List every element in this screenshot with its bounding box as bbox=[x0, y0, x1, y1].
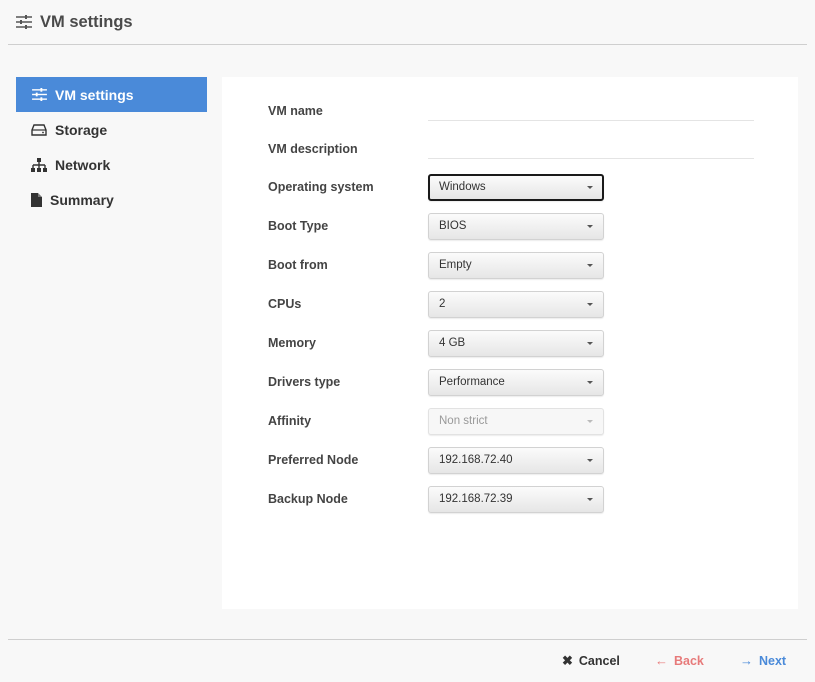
arrow-left-icon: ← bbox=[655, 653, 668, 668]
drivers-type-row: Drivers type Performance bbox=[268, 369, 768, 398]
caret-down-icon bbox=[587, 381, 593, 384]
caret-down-icon bbox=[587, 264, 593, 267]
cancel-button[interactable]: ✖ Cancel bbox=[562, 653, 620, 669]
select-value: Performance bbox=[439, 376, 505, 388]
preferred-node-select[interactable]: 192.168.72.40 bbox=[428, 447, 604, 474]
backup-node-row: Backup Node 192.168.72.39 bbox=[268, 486, 768, 515]
vm-name-input[interactable] bbox=[428, 101, 754, 121]
boot-from-select[interactable]: Empty bbox=[428, 252, 604, 279]
caret-down-icon bbox=[587, 303, 593, 306]
sidebar-item-label: Network bbox=[55, 156, 111, 173]
operating-system-label: Operating system bbox=[268, 180, 374, 194]
boot-type-row: Boot Type BIOS bbox=[268, 213, 768, 242]
sidebar-item-network[interactable]: Network bbox=[16, 147, 207, 182]
sidebar-item-label: Storage bbox=[55, 121, 108, 138]
vm-name-label: VM name bbox=[268, 104, 323, 118]
select-value: BIOS bbox=[439, 220, 467, 232]
affinity-select: Non strict bbox=[428, 408, 604, 435]
select-value: Windows bbox=[439, 181, 486, 193]
caret-down-icon bbox=[587, 225, 593, 228]
preferred-node-label: Preferred Node bbox=[268, 453, 359, 467]
back-button[interactable]: ← Back bbox=[655, 653, 704, 668]
operating-system-select[interactable]: Windows bbox=[428, 174, 604, 201]
vm-description-input[interactable] bbox=[428, 139, 754, 159]
select-value: 4 GB bbox=[439, 337, 466, 349]
next-button[interactable]: → Next bbox=[740, 653, 786, 668]
boot-from-row: Boot from Empty bbox=[268, 252, 768, 281]
next-label: Next bbox=[759, 653, 787, 668]
backup-node-label: Backup Node bbox=[268, 492, 348, 506]
boot-from-label: Boot from bbox=[268, 258, 328, 272]
select-value: 192.168.72.39 bbox=[439, 493, 513, 505]
cpus-row: CPUs 2 bbox=[268, 291, 768, 320]
select-value: Non strict bbox=[439, 415, 488, 427]
caret-down-icon bbox=[587, 420, 593, 423]
hard-drive-icon bbox=[31, 123, 47, 137]
boot-type-select[interactable]: BIOS bbox=[428, 213, 604, 240]
affinity-row: Affinity Non strict bbox=[268, 408, 768, 437]
cancel-label: Cancel bbox=[578, 654, 620, 668]
footer-divider bbox=[8, 639, 807, 640]
sidebar-item-vm-settings[interactable]: VM settings bbox=[16, 77, 207, 112]
sidebar-item-storage[interactable]: Storage bbox=[16, 112, 207, 147]
caret-down-icon bbox=[587, 459, 593, 462]
cpus-select[interactable]: 2 bbox=[428, 291, 604, 318]
sliders-icon bbox=[31, 88, 47, 102]
file-icon bbox=[31, 192, 42, 207]
drivers-type-select[interactable]: Performance bbox=[428, 369, 604, 396]
affinity-label: Affinity bbox=[268, 414, 312, 428]
vm-name-row: VM name bbox=[268, 101, 768, 127]
wizard-steps: VM settings Storage Network Summary bbox=[16, 77, 207, 217]
vm-description-label: VM description bbox=[268, 142, 358, 156]
select-value: 192.168.72.40 bbox=[439, 454, 513, 466]
sliders-icon bbox=[16, 15, 32, 29]
dialog-title: VM settings bbox=[40, 13, 133, 31]
select-value: 2 bbox=[439, 298, 446, 310]
memory-row: Memory 4 GB bbox=[268, 330, 768, 359]
caret-down-icon bbox=[587, 186, 593, 189]
memory-select[interactable]: 4 GB bbox=[428, 330, 604, 357]
operating-system-row: Operating system Windows bbox=[268, 174, 768, 203]
back-label: Back bbox=[674, 653, 704, 668]
drivers-type-label: Drivers type bbox=[268, 375, 341, 389]
caret-down-icon bbox=[587, 342, 593, 345]
settings-panel: VM name VM description Operating system … bbox=[222, 77, 798, 609]
dialog-header: VM settings bbox=[8, 0, 807, 45]
arrow-right-icon: → bbox=[740, 653, 753, 668]
preferred-node-row: Preferred Node 192.168.72.40 bbox=[268, 447, 768, 476]
sidebar-item-summary[interactable]: Summary bbox=[16, 182, 207, 217]
close-icon: ✖ bbox=[562, 653, 573, 668]
caret-down-icon bbox=[587, 498, 593, 501]
cpus-label: CPUs bbox=[268, 297, 302, 311]
backup-node-select[interactable]: 192.168.72.39 bbox=[428, 486, 604, 513]
boot-type-label: Boot Type bbox=[268, 219, 329, 233]
sidebar-item-label: VM settings bbox=[55, 86, 134, 103]
vm-description-row: VM description bbox=[268, 139, 768, 165]
memory-label: Memory bbox=[268, 336, 316, 350]
network-icon bbox=[31, 157, 47, 172]
select-value: Empty bbox=[439, 259, 472, 271]
sidebar-item-label: Summary bbox=[50, 191, 114, 208]
